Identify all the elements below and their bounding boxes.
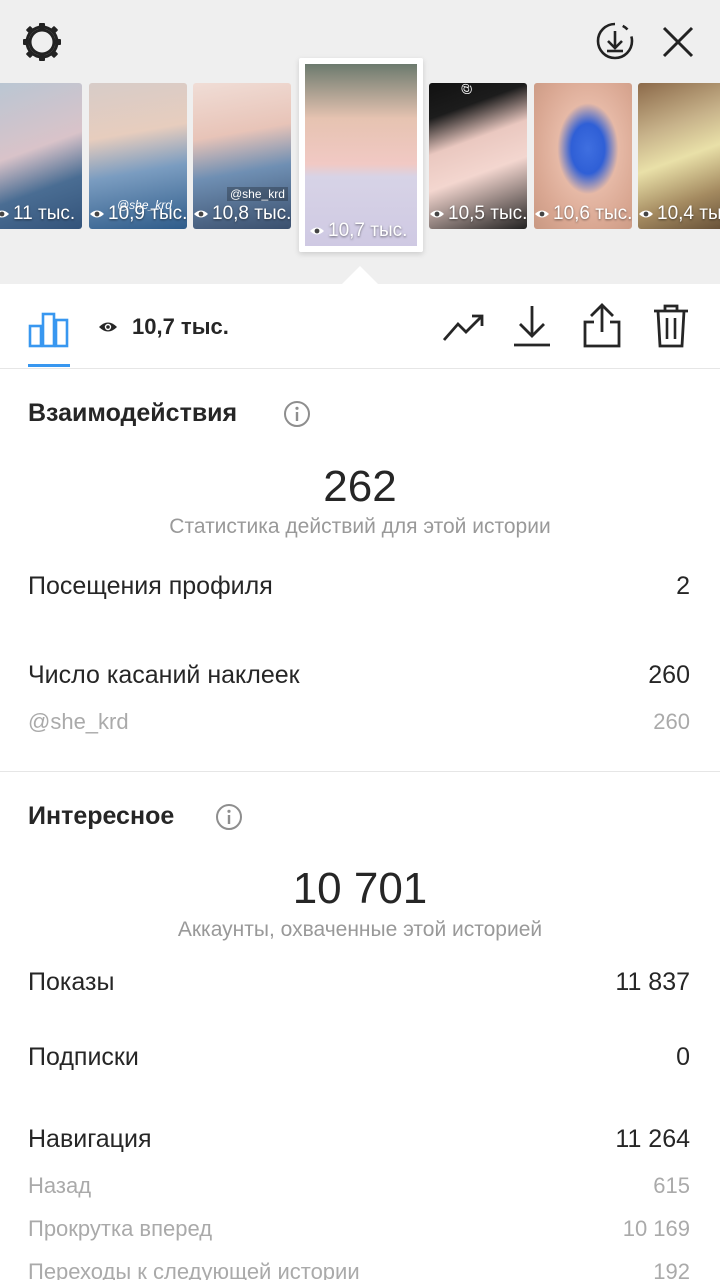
eye-icon (0, 210, 9, 218)
thumbnail-view-count: 10,9 тыс. (89, 203, 187, 225)
stat-sublabel: Назад (28, 1173, 92, 1198)
discovery-total: 10 701 (292, 864, 428, 913)
thumbnail-view-count: 10,5 тыс. (429, 203, 527, 225)
thumbnail-view-count: 10,8 тыс. (193, 203, 291, 225)
share-icon[interactable] (582, 302, 622, 353)
stat-subvalue: 260 (653, 709, 690, 734)
story-thumbnail[interactable]: @she_krd 10,5 тыс. (429, 83, 527, 229)
stat-value: 11 264 (615, 1125, 690, 1153)
stat-subvalue: 615 (653, 1173, 690, 1198)
stat-value: 260 (648, 661, 690, 689)
thumbnail-view-count: 11 тыс. (0, 203, 82, 225)
sticker-mention: @she_krd (459, 83, 473, 95)
thumbnail-view-count: 10,6 тыс. (534, 203, 632, 225)
trash-icon[interactable] (652, 304, 690, 353)
stat-row: Число касаний наклеек 260 (28, 661, 690, 701)
info-icon[interactable] (215, 803, 243, 836)
stat-subrow: Прокрутка вперед 10 169 (28, 1216, 690, 1256)
gear-icon[interactable] (20, 20, 64, 69)
stat-sublabel: Прокрутка вперед (28, 1216, 213, 1241)
download-circle-icon[interactable] (594, 20, 636, 67)
selected-pointer (341, 266, 379, 285)
eye-icon (310, 227, 324, 235)
eye-icon (98, 320, 118, 339)
interactions-total: 262 (323, 462, 397, 511)
eye-icon (430, 210, 444, 218)
stat-label: Посещения профиля (28, 572, 273, 600)
stat-subrow: Переходы к следующей истории 192 (28, 1259, 690, 1280)
interactions-caption: Статистика действий для этой истории (169, 515, 551, 538)
interactions-title: Взаимодействия (28, 399, 238, 427)
stat-label: Число касаний наклеек (28, 661, 300, 689)
stat-value: 11 837 (615, 968, 690, 996)
stat-row: Посещения профиля 2 (28, 572, 690, 612)
discovery-caption: Аккаунты, охваченные этой историей (177, 918, 543, 941)
section-divider (0, 771, 720, 772)
stat-label: Навигация (28, 1125, 152, 1153)
stat-subrow: Назад 615 (28, 1173, 690, 1213)
info-icon[interactable] (283, 400, 311, 433)
eye-icon (535, 210, 549, 218)
trend-icon[interactable] (442, 312, 486, 349)
eye-icon (194, 210, 208, 218)
story-thumbnail[interactable]: 10,4 тыс. (638, 83, 720, 229)
story-views-count: 10,7 тыс. (132, 314, 229, 339)
thumbnail-view-count: 10,4 тыс. (638, 203, 720, 225)
active-tab-indicator (28, 364, 70, 367)
eye-icon (90, 210, 104, 218)
stat-sublabel: @she_krd (28, 709, 129, 734)
stat-value: 0 (676, 1043, 690, 1071)
stat-subvalue: 192 (653, 1259, 690, 1280)
discovery-title: Интересное (28, 802, 175, 830)
stat-row: Навигация 11 264 (28, 1125, 690, 1165)
thumbnail-view-count: 10,7 тыс. (309, 220, 417, 242)
story-thumbnail-selected[interactable]: 10,7 тыс. (299, 58, 423, 252)
stat-sublabel: Переходы к следующей истории (28, 1259, 360, 1280)
stat-row: Подписки 0 (28, 1043, 690, 1083)
story-toolbar: 10,7 тыс. (0, 284, 720, 369)
stat-label: Показы (28, 968, 115, 996)
story-thumbnail[interactable]: @she_krd 10,9 тыс. (89, 83, 187, 229)
story-thumbnail[interactable]: @she_krd 10,8 тыс. (193, 83, 291, 229)
sticker-mention: @she_krd (227, 187, 288, 201)
stat-row: Показы 11 837 (28, 968, 690, 1008)
story-thumbnail[interactable]: 11 тыс. (0, 83, 82, 229)
story-thumbnail[interactable]: 10,6 тыс. (534, 83, 632, 229)
close-icon[interactable] (660, 24, 696, 65)
stat-value: 2 (676, 572, 690, 600)
stat-subvalue: 10 169 (622, 1216, 690, 1241)
stat-subrow: @she_krd 260 (28, 709, 690, 749)
stat-label: Подписки (28, 1043, 139, 1071)
eye-icon (639, 210, 653, 218)
bar-chart-icon[interactable] (28, 306, 70, 353)
download-icon[interactable] (512, 304, 552, 353)
